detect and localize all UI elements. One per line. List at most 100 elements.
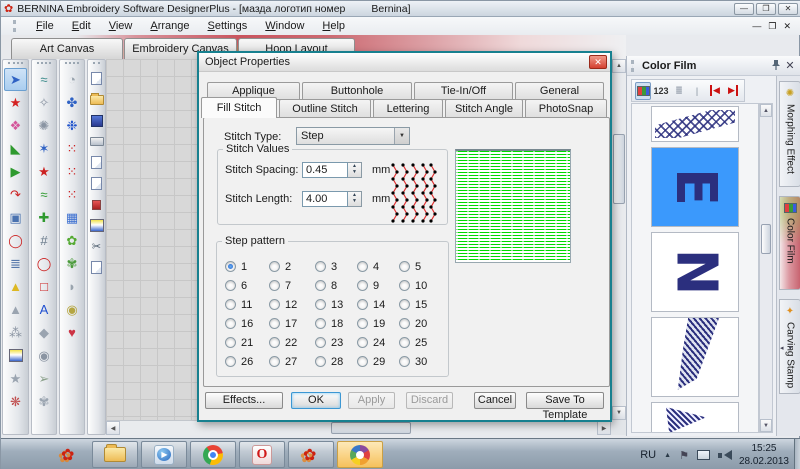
step-pattern-option[interactable]: 18 xyxy=(315,314,357,333)
step-pattern-option[interactable]: 14 xyxy=(357,295,399,314)
step-pattern-option[interactable]: 24 xyxy=(357,333,399,352)
new-design-button[interactable] xyxy=(88,68,105,89)
step-pattern-option[interactable]: 22 xyxy=(269,333,315,352)
radio-button[interactable] xyxy=(315,337,326,348)
clock[interactable]: 15:25 28.02.2013 xyxy=(739,442,789,468)
spinner[interactable]: ▲▼ xyxy=(348,162,362,178)
color-film-thumbnail[interactable] xyxy=(651,317,739,397)
toolbar-grip[interactable] xyxy=(65,62,79,67)
step-pattern-option[interactable]: 15 xyxy=(399,295,443,314)
radio-button[interactable] xyxy=(357,280,368,291)
scroll-left-icon[interactable]: ◀ xyxy=(106,421,120,435)
radio-button[interactable] xyxy=(269,318,280,329)
square-outline-tool[interactable]: □ xyxy=(32,275,56,298)
dialog-button[interactable]: Cancel xyxy=(474,392,516,409)
grid-tool[interactable]: ▦ xyxy=(60,206,84,229)
action-center-icon[interactable]: ⚑ xyxy=(679,449,689,462)
radio-button[interactable] xyxy=(399,261,410,272)
chevron-down-icon[interactable]: ▼ xyxy=(394,128,409,144)
radio-button[interactable] xyxy=(399,299,410,310)
radio-button[interactable] xyxy=(269,261,280,272)
radio-button[interactable] xyxy=(225,337,236,348)
save-design-button[interactable] xyxy=(88,110,105,131)
red-star-tool[interactable]: ★ xyxy=(32,160,56,183)
step-pattern-option[interactable]: 9 xyxy=(357,276,399,295)
dialog-button[interactable]: Save To Template xyxy=(526,392,604,409)
ellipse-tool[interactable]: ◯ xyxy=(3,229,28,252)
step-pattern-option[interactable]: 16 xyxy=(225,314,269,333)
forward-button[interactable]: ▶ xyxy=(725,82,741,100)
step-pattern-option[interactable]: 26 xyxy=(225,352,269,371)
radio-button[interactable] xyxy=(225,299,236,310)
medallion-tool[interactable]: ◉ xyxy=(60,298,84,321)
ribbon-tool[interactable]: ≈ xyxy=(32,68,56,91)
tab-morphing-effect[interactable]: ✺ Morphing Effect xyxy=(779,81,800,187)
volume-icon[interactable] xyxy=(718,449,731,461)
show-hidden-icons[interactable]: ▲ xyxy=(664,452,671,459)
radio-button[interactable] xyxy=(357,337,368,348)
stamp-circle-tool[interactable]: ◉ xyxy=(32,344,56,367)
radio-button[interactable] xyxy=(225,280,236,291)
menu-item[interactable]: Window xyxy=(256,18,313,34)
mdi-minimize-button[interactable]: — xyxy=(752,21,761,32)
show-desktop-button[interactable] xyxy=(794,439,800,469)
value-input[interactable]: 4.00 xyxy=(302,191,348,207)
layers-tool[interactable]: ≣ xyxy=(3,252,28,275)
radio-button[interactable] xyxy=(357,299,368,310)
radio-button[interactable] xyxy=(399,318,410,329)
scroll-right-icon[interactable]: ▶ xyxy=(597,421,611,435)
menu-item[interactable]: Settings xyxy=(199,18,257,34)
radio-button[interactable] xyxy=(225,356,236,367)
step-pattern-option[interactable]: 25 xyxy=(399,333,443,352)
horizontal-scroll-thumb[interactable] xyxy=(331,422,411,434)
color-film-thumbnail[interactable] xyxy=(651,106,739,142)
bernina-app-2[interactable] xyxy=(288,441,334,468)
color-wheel-tool[interactable]: ❋ xyxy=(3,390,28,413)
list-view-button[interactable]: ≣ xyxy=(671,82,687,100)
toolbar-grip[interactable] xyxy=(93,62,100,67)
scroll-down-icon[interactable]: ▾ xyxy=(789,344,793,352)
radio-button[interactable] xyxy=(357,261,368,272)
step-pattern-option[interactable]: 21 xyxy=(225,333,269,352)
separator[interactable]: | xyxy=(689,82,705,100)
color-film-scrollbar[interactable]: ▲ ▼ xyxy=(759,103,773,433)
explorer-app[interactable] xyxy=(92,441,138,468)
radio-button[interactable] xyxy=(269,337,280,348)
radio-button[interactable] xyxy=(269,356,280,367)
menu-item[interactable]: Help xyxy=(313,18,354,34)
lettering-tool[interactable]: A xyxy=(32,298,56,321)
mdi-restore-button[interactable]: ❐ xyxy=(768,21,776,32)
dialog-button[interactable]: Discard xyxy=(406,392,453,409)
print-button[interactable] xyxy=(88,131,105,152)
menu-item[interactable]: Arrange xyxy=(141,18,198,34)
spray-tool[interactable]: ⁂ xyxy=(3,321,28,344)
scroll-left-icon[interactable]: ◂ xyxy=(780,344,784,352)
scroll-up-icon[interactable]: ▲ xyxy=(612,59,626,73)
close-icon[interactable]: ✕ xyxy=(783,59,797,72)
dialog-button[interactable]: OK xyxy=(291,392,341,409)
circle-outline-tool[interactable]: ◯ xyxy=(32,252,56,275)
clover-tool[interactable]: ✤ xyxy=(60,91,84,114)
toolbar-grip[interactable] xyxy=(37,62,51,67)
step-pattern-option[interactable]: 19 xyxy=(357,314,399,333)
radio-button[interactable] xyxy=(315,356,326,367)
dialog-tab[interactable]: Buttonhole xyxy=(302,82,412,100)
step-pattern-option[interactable]: 13 xyxy=(315,295,357,314)
sequence-by-color-button[interactable]: 123 xyxy=(653,82,669,100)
canvas-mode-tab[interactable]: Art Canvas xyxy=(11,38,123,59)
rotate-ccw-tool[interactable]: ↷ xyxy=(3,183,28,206)
color-film-view-button[interactable] xyxy=(635,82,651,100)
restore-button[interactable]: ❐ xyxy=(756,3,776,15)
spinner[interactable]: ▲▼ xyxy=(348,191,362,207)
step-pattern-option[interactable]: 7 xyxy=(269,276,315,295)
step-pattern-option[interactable]: 4 xyxy=(357,257,399,276)
chrome-app[interactable] xyxy=(190,441,236,468)
rotate-tool[interactable]: ▶ xyxy=(3,160,28,183)
step-pattern-option[interactable]: 30 xyxy=(399,352,443,371)
dialog-button[interactable]: Apply xyxy=(348,392,395,409)
magic-wand-tool[interactable]: ✧ xyxy=(32,91,56,114)
copy-button[interactable] xyxy=(88,257,105,278)
step-pattern-option[interactable]: 12 xyxy=(269,295,315,314)
dots-pattern-tool-2[interactable]: ⁙ xyxy=(60,160,84,183)
pattern-stamp-tool[interactable]: ✺ xyxy=(32,114,56,137)
